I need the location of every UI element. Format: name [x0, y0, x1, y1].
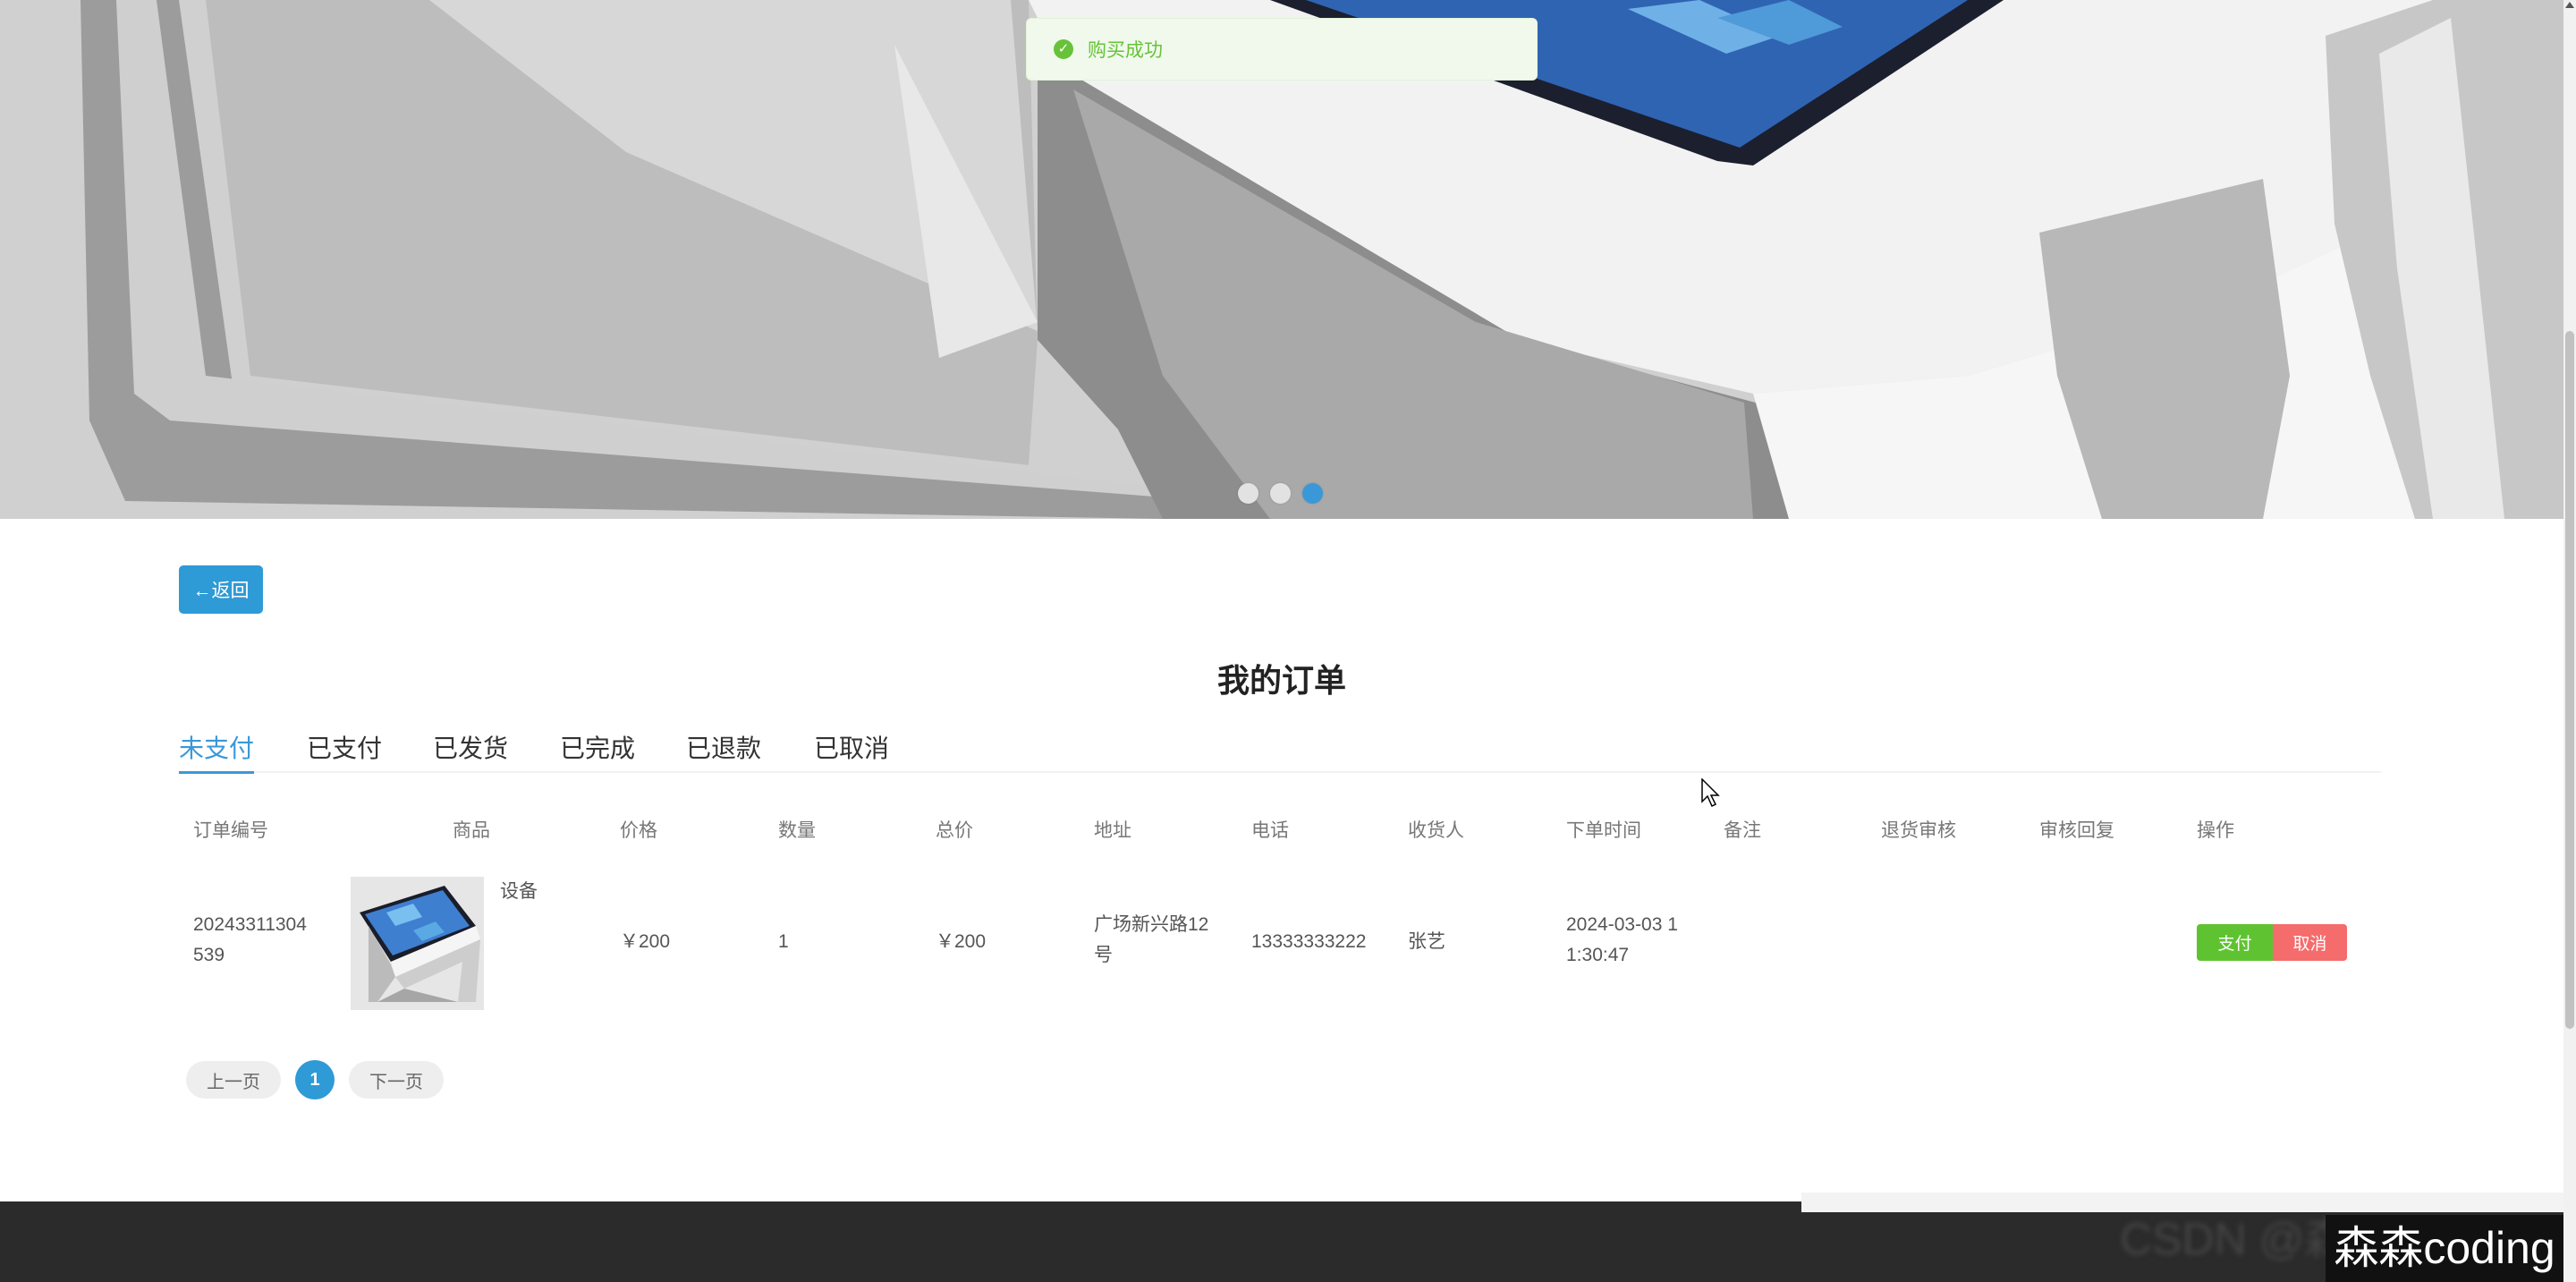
col-header-order-no: 订单编号 [193, 820, 268, 841]
page-number-current[interactable]: 1 [295, 1060, 335, 1099]
address-line-1: 广场新兴路12 [1094, 914, 1209, 935]
col-header-address: 地址 [1094, 820, 1131, 841]
success-toast: ✓ 购买成功 [1026, 18, 1538, 81]
col-header-price: 价格 [620, 820, 657, 841]
scrollbar-thumb[interactable] [2565, 331, 2574, 1029]
col-header-quantity: 数量 [778, 820, 816, 841]
address-line-2: 号 [1094, 945, 1113, 965]
page-scrollbar[interactable] [2563, 0, 2576, 1282]
phone-cell: 13333333222 [1251, 931, 1367, 952]
col-header-return-review: 退货审核 [1881, 820, 1956, 841]
order-time-line-2: 1:30:47 [1566, 945, 1630, 965]
col-header-review-reply: 审核回复 [2039, 820, 2114, 841]
quantity-cell: 1 [778, 931, 789, 952]
order-no-line-2: 539 [193, 945, 225, 965]
carousel-dot-1[interactable] [1238, 483, 1258, 504]
col-header-order-time: 下单时间 [1566, 820, 1641, 841]
col-header-product: 商品 [453, 820, 490, 841]
price-cell: ￥200 [620, 931, 671, 952]
carousel-dots [1238, 483, 1323, 504]
tab-unpaid[interactable]: 未支付 [179, 726, 255, 774]
receiver-cell: 张艺 [1408, 931, 1445, 952]
product-image[interactable] [351, 877, 484, 1010]
tab-shipped[interactable]: 已发货 [433, 726, 508, 771]
tab-paid[interactable]: 已支付 [307, 726, 382, 771]
order-no-line-1: 20243311304 [193, 914, 307, 935]
toast-message: 购买成功 [1088, 40, 1163, 61]
order-status-tabs: 未支付 已支付 已发货 已完成 已退款 已取消 [179, 726, 2381, 774]
col-header-phone: 电话 [1251, 820, 1289, 841]
page-title: 我的订单 [1216, 662, 1346, 699]
order-time-line-1: 2024-03-03 1 [1566, 914, 1678, 935]
cancel-order-button[interactable]: 取消 [2273, 924, 2347, 961]
product-name: 设备 [500, 881, 538, 902]
col-header-actions: 操作 [2197, 820, 2234, 841]
watermark: 森森coding [2326, 1215, 2563, 1282]
tab-cancelled[interactable]: 已取消 [814, 726, 889, 771]
pay-button[interactable]: 支付 [2197, 924, 2273, 961]
carousel-dot-2[interactable] [1270, 483, 1291, 504]
back-button[interactable]: ←返回 [179, 565, 263, 614]
success-check-icon: ✓ [1054, 39, 1073, 59]
footer-blurred-text: CSDN @森 [2120, 1214, 2350, 1264]
scroll-up-arrow-icon[interactable] [2565, 2, 2574, 8]
total-cell: ￥200 [936, 931, 987, 952]
prev-page-button[interactable]: 上一页 [186, 1061, 281, 1099]
col-header-total: 总价 [936, 820, 973, 841]
col-header-receiver: 收货人 [1408, 820, 1464, 841]
next-page-button[interactable]: 下一页 [349, 1061, 444, 1099]
mouse-pointer-icon [1701, 778, 1720, 808]
col-header-remark: 备注 [1724, 820, 1761, 841]
tab-refunded[interactable]: 已退款 [686, 726, 761, 771]
carousel-dot-3[interactable] [1302, 483, 1323, 504]
tab-completed[interactable]: 已完成 [560, 726, 635, 771]
